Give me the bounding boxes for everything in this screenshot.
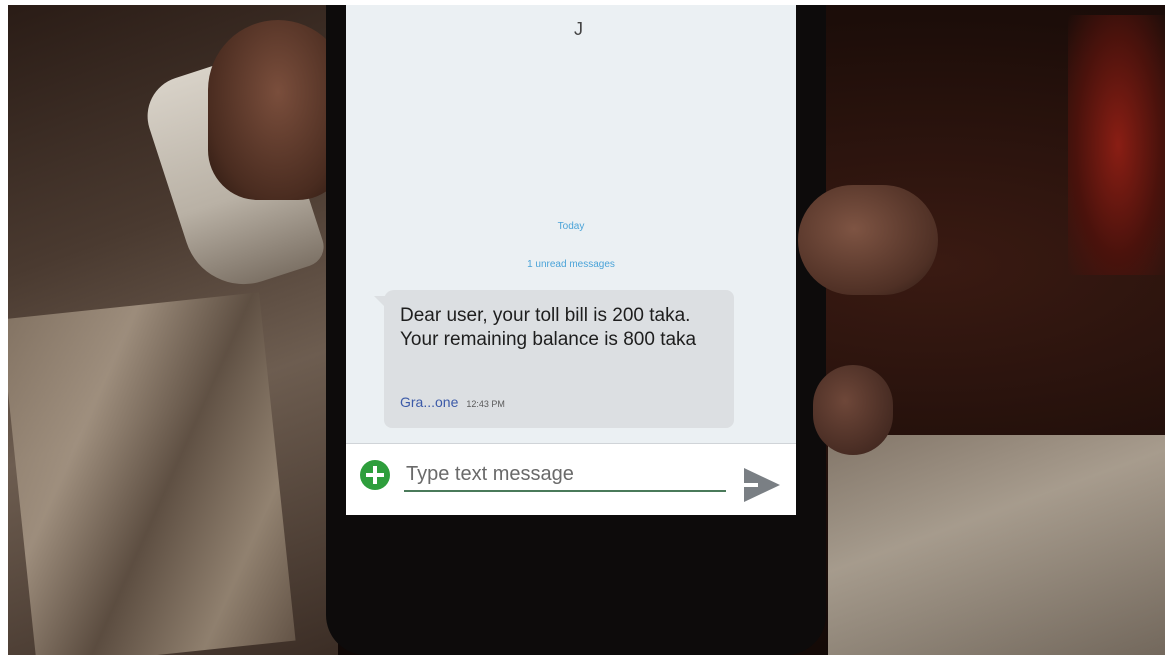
finger-right-upper xyxy=(798,185,938,295)
message-meta: Gra...one 12:43 PM xyxy=(400,394,505,410)
composer-bar xyxy=(346,443,796,515)
plus-circle-icon[interactable] xyxy=(360,460,390,490)
status-mark: J xyxy=(574,19,583,39)
message-time: 12:43 PM xyxy=(466,399,505,409)
phone-screen: J Today 1 unread messages Dear user, you… xyxy=(346,5,796,515)
message-input[interactable] xyxy=(404,458,726,492)
date-label: Today xyxy=(557,221,585,232)
background-right-surface xyxy=(828,435,1165,655)
background-red-glow xyxy=(1068,15,1165,275)
message-text: Dear user, your toll bill is 200 taka. Y… xyxy=(400,305,697,350)
unread-label: 1 unread messages xyxy=(527,259,615,270)
photo-frame: J Today 1 unread messages Dear user, you… xyxy=(8,5,1165,655)
finger-right-lower xyxy=(813,365,893,455)
message-bubble[interactable]: Dear user, your toll bill is 200 taka. Y… xyxy=(374,290,734,428)
background-cloth xyxy=(8,292,296,655)
send-arrow-notch xyxy=(744,483,758,487)
sender-name[interactable]: Gra...one xyxy=(400,394,458,410)
